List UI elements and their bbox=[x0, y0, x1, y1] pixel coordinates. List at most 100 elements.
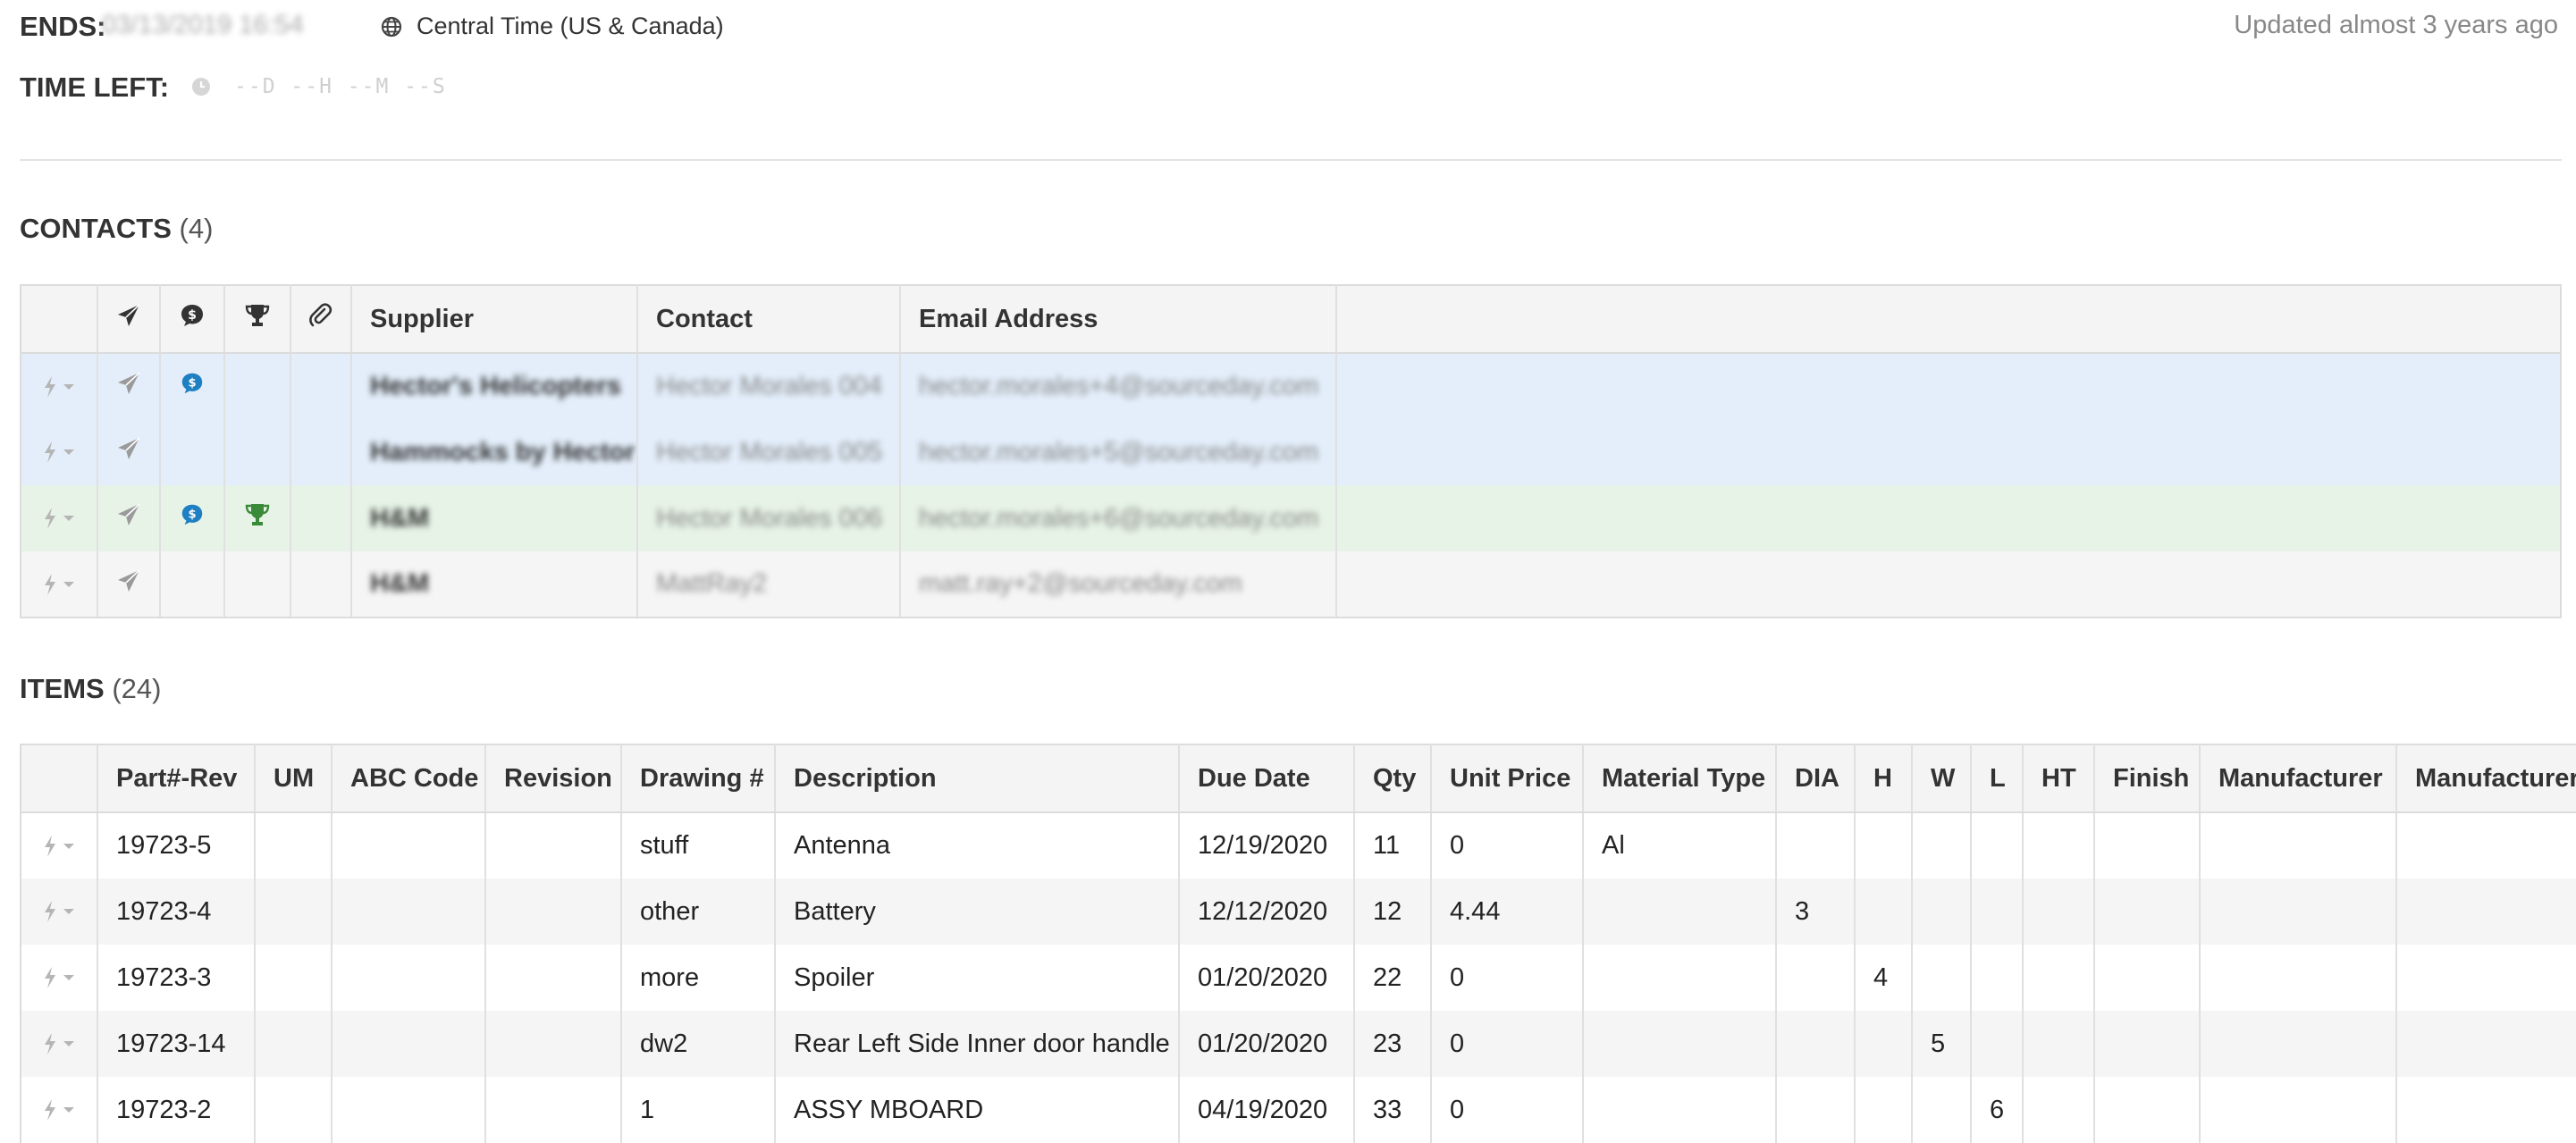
contact-name: MattRay2 bbox=[656, 569, 768, 598]
contact-name: Hector Morales 004 bbox=[656, 372, 883, 400]
items-column-header[interactable]: ABC Code bbox=[332, 744, 486, 813]
bolt-icon bbox=[45, 1033, 55, 1055]
items-column-header[interactable]: Material Type bbox=[1583, 744, 1777, 813]
items-column-header[interactable]: Finish bbox=[2094, 744, 2201, 813]
contact-row[interactable]: $ H&M Hector Morales 006 hector.morales+6@s… bbox=[21, 485, 2562, 551]
item-cell bbox=[1583, 878, 1777, 945]
items-column-header[interactable]: H bbox=[1855, 744, 1913, 813]
countdown-value: --D --H --M --S bbox=[234, 75, 447, 98]
award-cell[interactable] bbox=[224, 353, 291, 419]
email-cell: hector.morales+5@sourceday.com bbox=[900, 419, 1337, 485]
item-cell bbox=[2200, 812, 2397, 878]
contact-row[interactable]: Hammocks by Hector Hector Morales 005 hect… bbox=[21, 419, 2562, 485]
attachment-header[interactable] bbox=[290, 284, 352, 354]
items-column-header[interactable]: Revision bbox=[485, 744, 622, 813]
send-icon bbox=[118, 503, 140, 525]
award-cell[interactable] bbox=[224, 485, 291, 551]
contact-row[interactable]: H&M MattRay2 matt.ray+2@sourceday.com bbox=[21, 551, 2562, 618]
row-actions-menu[interactable] bbox=[21, 551, 98, 618]
item-cell: 19723-5 bbox=[97, 812, 256, 878]
items-heading: ITEMS (24) bbox=[20, 673, 162, 705]
items-column-header[interactable]: Due Date bbox=[1179, 744, 1355, 813]
bid-icon: $ bbox=[181, 305, 203, 326]
supplier-header[interactable]: Supplier bbox=[351, 284, 638, 354]
send-icon bbox=[118, 371, 140, 394]
bid-cell[interactable] bbox=[160, 419, 225, 485]
items-column-header[interactable]: Drawing # bbox=[621, 744, 776, 813]
item-cell: 01/20/2020 bbox=[1179, 945, 1355, 1011]
item-cell bbox=[2396, 1077, 2576, 1143]
items-column-header[interactable]: Qty bbox=[1354, 744, 1432, 813]
bolt-icon bbox=[45, 1099, 55, 1121]
bid-cell[interactable]: $ bbox=[160, 485, 225, 551]
sent-header[interactable] bbox=[97, 284, 161, 354]
supplier-name: Hammocks by Hector bbox=[370, 437, 636, 466]
email-cell: hector.morales+6@sourceday.com bbox=[900, 485, 1337, 551]
item-row[interactable]: 19723-5 stuff Antenna 12/19/2020 11 0 Al bbox=[21, 812, 2576, 878]
item-cell bbox=[485, 812, 622, 878]
contact-header[interactable]: Contact bbox=[637, 284, 901, 354]
items-column-header[interactable]: L bbox=[1971, 744, 2024, 813]
items-column-header[interactable]: Part#-Rev bbox=[97, 744, 256, 813]
item-cell: Rear Left Side Inner door handle bbox=[775, 1011, 1180, 1077]
bid-icon: $ bbox=[181, 504, 203, 525]
item-row[interactable]: 19723-14 dw2 Rear Left Side Inner door han… bbox=[21, 1011, 2576, 1077]
item-cell bbox=[2023, 878, 2095, 945]
items-column-header[interactable]: DIA bbox=[1776, 744, 1856, 813]
row-actions-menu[interactable] bbox=[21, 353, 98, 419]
item-cell: 04/19/2020 bbox=[1179, 1077, 1355, 1143]
spacer-cell bbox=[1336, 485, 2562, 551]
supplier-cell: Hammocks by Hector bbox=[351, 419, 638, 485]
items-column-header[interactable]: W bbox=[1912, 744, 1972, 813]
item-row[interactable]: 19723-2 1 ASSY MBOARD 04/19/2020 33 0 6 bbox=[21, 1077, 2576, 1143]
items-column-header[interactable]: UM bbox=[255, 744, 333, 813]
row-actions-menu[interactable] bbox=[21, 812, 98, 878]
award-header[interactable] bbox=[224, 284, 291, 354]
item-cell bbox=[332, 878, 486, 945]
timezone[interactable]: Central Time (US & Canada) bbox=[381, 13, 724, 40]
items-column-header[interactable]: Manufacturer bbox=[2200, 744, 2397, 813]
chevron-down-icon bbox=[63, 383, 74, 390]
item-cell bbox=[1855, 1011, 1913, 1077]
bolt-icon bbox=[45, 441, 55, 463]
ends-label: ENDS: bbox=[20, 11, 106, 42]
items-column-header[interactable]: Manufacturer bbox=[2396, 744, 2576, 813]
bid-cell[interactable] bbox=[160, 551, 225, 618]
row-actions-menu[interactable] bbox=[21, 485, 98, 551]
item-cell bbox=[2023, 1011, 2095, 1077]
item-row[interactable]: 19723-3 more Spoiler 01/20/2020 22 0 4 bbox=[21, 945, 2576, 1011]
item-cell bbox=[2396, 812, 2576, 878]
spacer-cell bbox=[1336, 551, 2562, 618]
supplier-name: H&M bbox=[370, 503, 430, 533]
row-actions-menu[interactable] bbox=[21, 419, 98, 485]
item-cell bbox=[1583, 1011, 1777, 1077]
item-cell: 19723-3 bbox=[97, 945, 256, 1011]
item-cell bbox=[2023, 1077, 2095, 1143]
item-cell bbox=[1583, 1077, 1777, 1143]
bolt-icon bbox=[45, 967, 55, 988]
row-actions-menu[interactable] bbox=[21, 1011, 98, 1077]
email-header[interactable]: Email Address bbox=[900, 284, 1337, 354]
item-cell bbox=[1583, 945, 1777, 1011]
item-row[interactable]: 19723-4 other Battery 12/12/2020 12 4.44 3 bbox=[21, 878, 2576, 945]
contact-row[interactable]: $ Hector's Helicopters Hector Morales 004 h… bbox=[21, 353, 2562, 419]
row-actions-menu[interactable] bbox=[21, 878, 98, 945]
bid-cell[interactable]: $ bbox=[160, 353, 225, 419]
award-cell[interactable] bbox=[224, 551, 291, 618]
items-column-header[interactable]: Unit Price bbox=[1431, 744, 1584, 813]
item-cell: 33 bbox=[1354, 1077, 1432, 1143]
item-cell bbox=[485, 1077, 622, 1143]
contact-cell: Hector Morales 006 bbox=[637, 485, 901, 551]
items-actions-header bbox=[21, 744, 98, 813]
row-actions-menu[interactable] bbox=[21, 1077, 98, 1143]
award-cell[interactable] bbox=[224, 419, 291, 485]
countdown: --D --H --M --S bbox=[191, 75, 447, 98]
sent-cell bbox=[97, 485, 161, 551]
items-column-header[interactable]: HT bbox=[2023, 744, 2095, 813]
row-actions-menu[interactable] bbox=[21, 945, 98, 1011]
attachment-icon bbox=[309, 303, 333, 327]
item-cell bbox=[2200, 1011, 2397, 1077]
bid-header[interactable]: $ bbox=[160, 284, 225, 354]
items-column-header[interactable]: Description bbox=[775, 744, 1180, 813]
item-cell bbox=[1912, 1077, 1972, 1143]
